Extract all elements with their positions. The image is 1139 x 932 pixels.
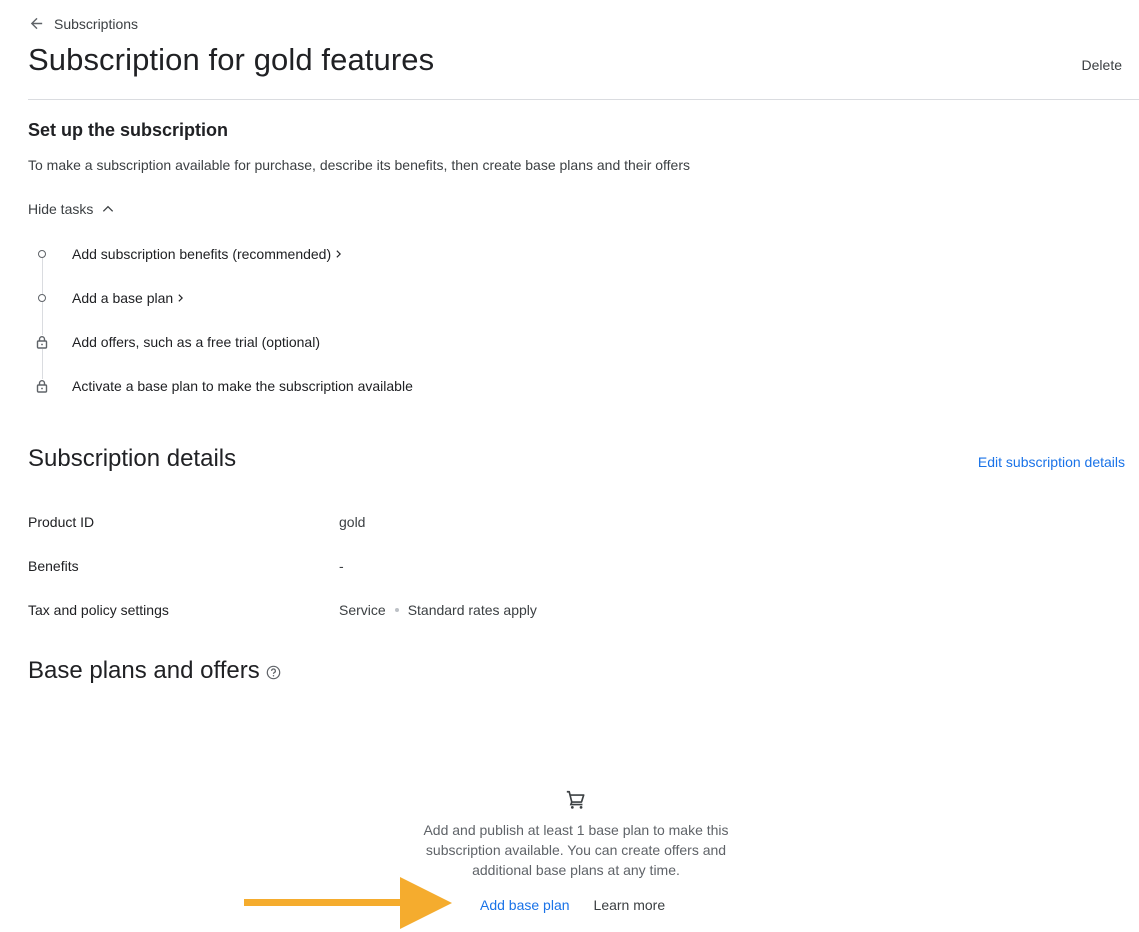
delete-button[interactable]: Delete bbox=[1082, 57, 1122, 73]
arrow-left-icon bbox=[30, 17, 43, 30]
hide-tasks-toggle[interactable]: Hide tasks bbox=[28, 201, 115, 217]
task-label: Add a base plan bbox=[72, 290, 174, 306]
back-link-label: Subscriptions bbox=[54, 15, 139, 32]
empty-state-line: Add and publish at least 1 base plan to … bbox=[423, 822, 729, 838]
task-add-offers: Add offers, such as a free trial (option… bbox=[28, 320, 548, 364]
plans-section-title: Base plans and offers bbox=[28, 657, 281, 685]
chevron-up-icon bbox=[103, 205, 114, 212]
setup-description: To make a subscription available for pur… bbox=[28, 157, 691, 173]
empty-state-actions: Add base plan Learn more bbox=[480, 897, 665, 913]
chevron-right-icon bbox=[178, 294, 184, 302]
circle-icon bbox=[28, 276, 56, 320]
setup-section-title: Set up the subscription bbox=[28, 120, 229, 140]
task-add-benefits[interactable]: Add subscription benefits (recommended) bbox=[28, 232, 548, 276]
circle-icon bbox=[28, 232, 56, 276]
task-label: Activate a base plan to make the subscri… bbox=[72, 378, 413, 394]
task-activate-base-plan: Activate a base plan to make the subscri… bbox=[28, 364, 548, 408]
chevron-right-icon bbox=[336, 250, 342, 258]
edit-subscription-details-link[interactable]: Edit subscription details bbox=[978, 454, 1125, 470]
benefits-value: - bbox=[339, 558, 344, 574]
details-section-title: Subscription details bbox=[28, 445, 237, 472]
product-id-value: gold bbox=[339, 514, 366, 530]
page-title: Subscription for gold features bbox=[28, 42, 435, 77]
lock-icon bbox=[35, 335, 49, 349]
header-divider bbox=[28, 99, 1139, 100]
tax-category-value: Service bbox=[339, 602, 386, 618]
tax-rate-value: Standard rates apply bbox=[407, 602, 537, 618]
task-add-base-plan[interactable]: Add a base plan bbox=[28, 276, 548, 320]
hide-tasks-label: Hide tasks bbox=[28, 201, 94, 217]
tax-policy-value: Service Standard rates apply bbox=[339, 602, 537, 618]
plans-empty-state: Add and publish at least 1 base plan to … bbox=[401, 789, 751, 880]
lock-icon bbox=[35, 379, 49, 393]
product-id-label: Product ID bbox=[28, 514, 95, 530]
learn-more-link[interactable]: Learn more bbox=[594, 897, 666, 913]
benefits-label: Benefits bbox=[28, 558, 79, 574]
empty-state-line: subscription available. You can create o… bbox=[425, 842, 727, 858]
help-circle-icon[interactable] bbox=[266, 665, 281, 680]
plans-title-label: Base plans and offers bbox=[28, 657, 260, 684]
separator-dot bbox=[394, 608, 399, 612]
back-to-subscriptions-link[interactable]: Subscriptions bbox=[28, 15, 138, 32]
add-base-plan-button[interactable]: Add base plan bbox=[480, 897, 570, 913]
tax-policy-label: Tax and policy settings bbox=[28, 602, 169, 618]
task-label: Add offers, such as a free trial (option… bbox=[72, 334, 320, 350]
annotation-arrow bbox=[244, 877, 452, 929]
shopping-cart-icon bbox=[566, 790, 585, 809]
task-label: Add subscription benefits (recommended) bbox=[72, 246, 332, 262]
